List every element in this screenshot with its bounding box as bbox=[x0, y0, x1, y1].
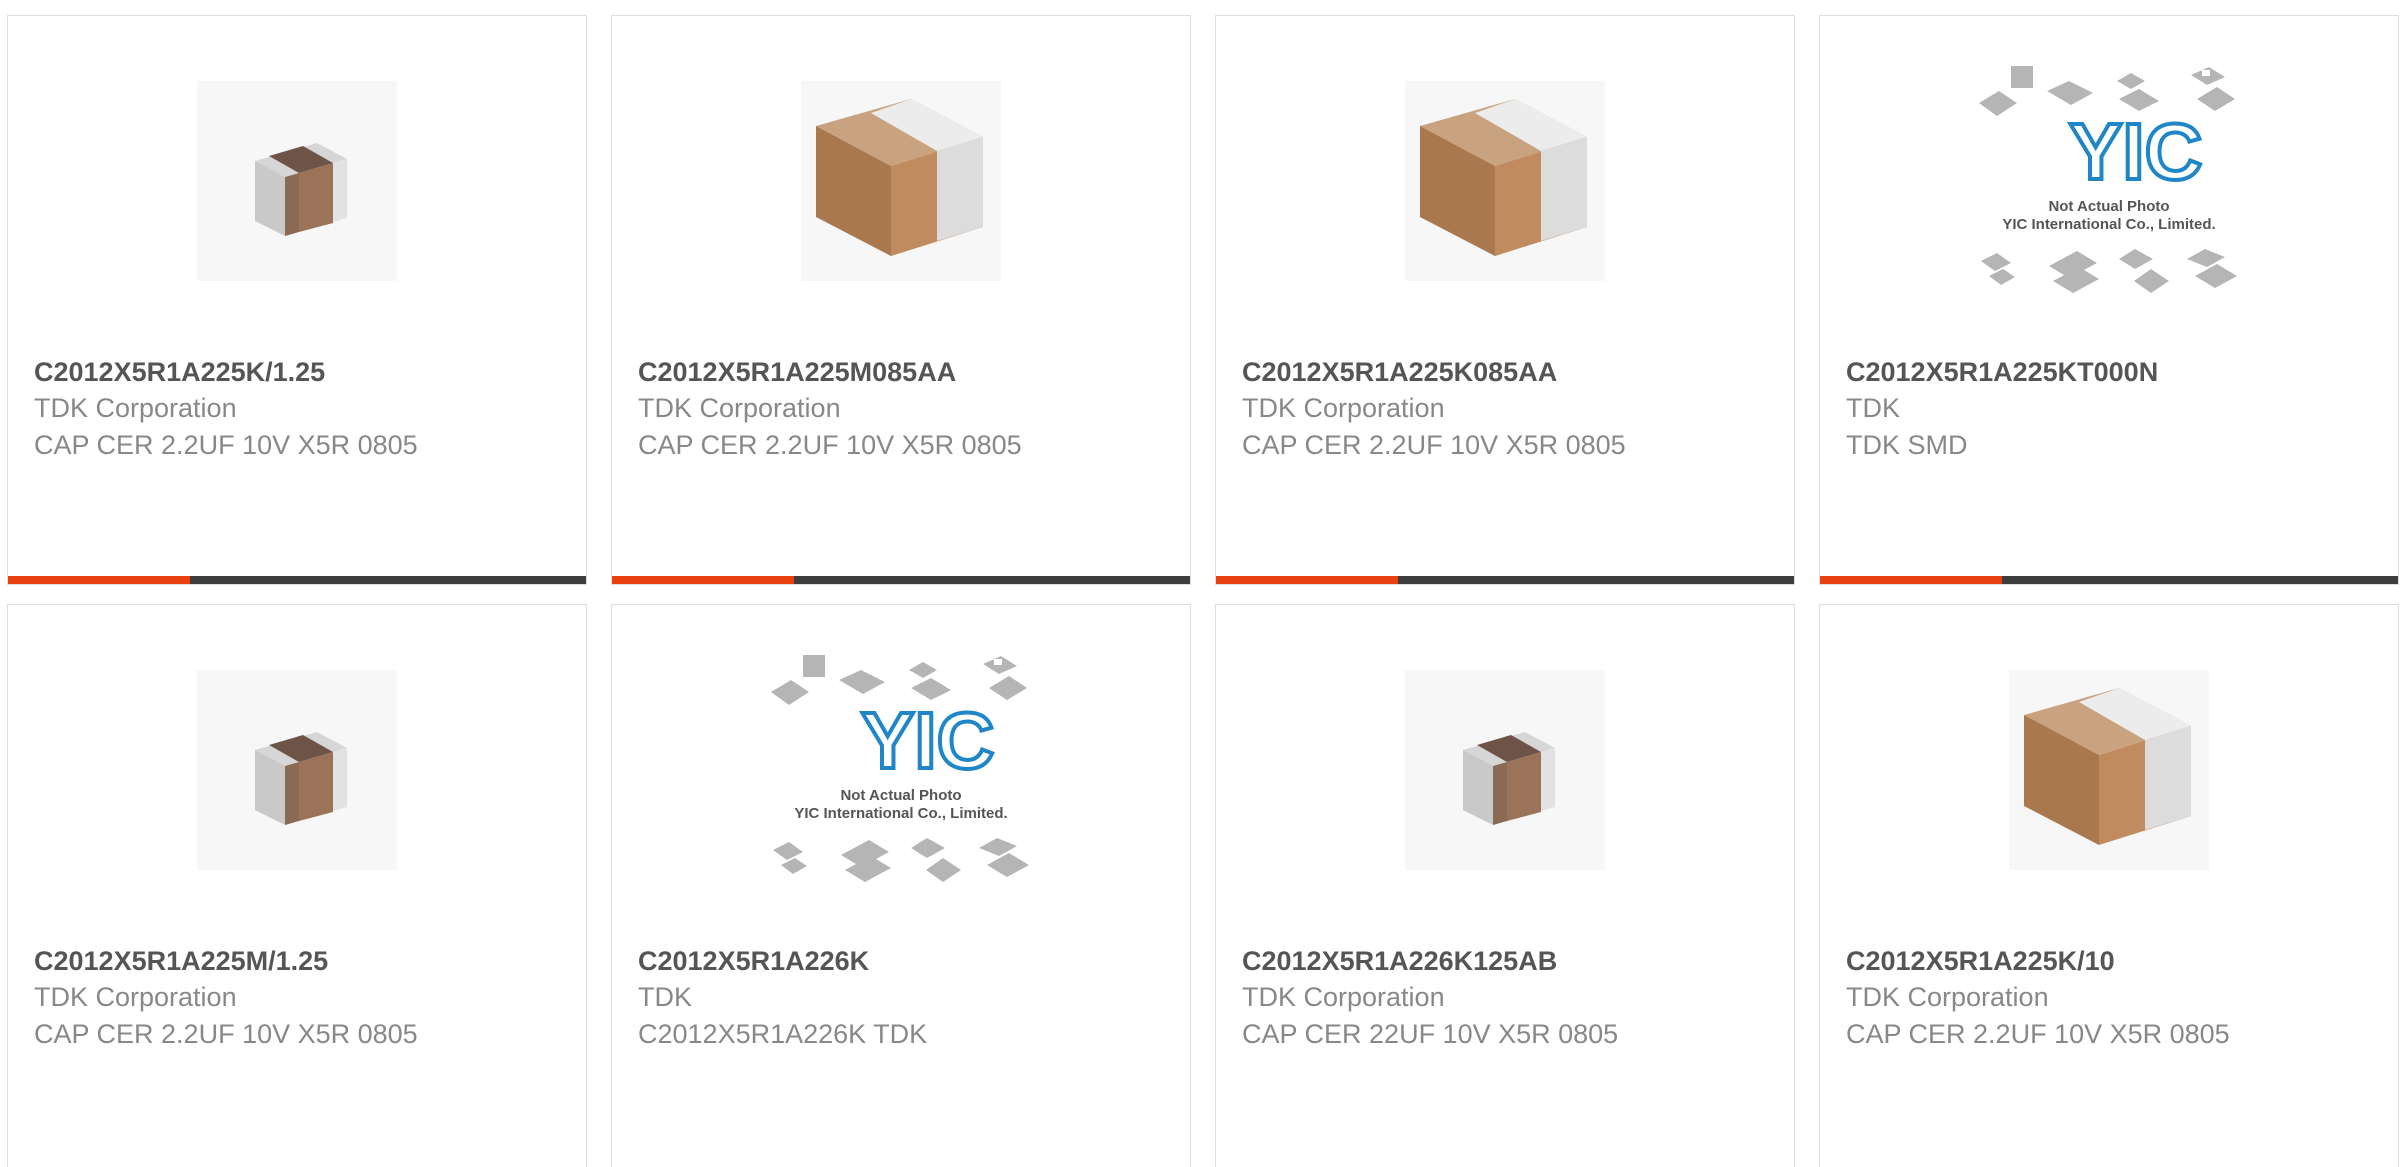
part-number[interactable]: C2012X5R1A226K bbox=[638, 943, 1170, 979]
part-number[interactable]: C2012X5R1A225M/1.25 bbox=[34, 943, 566, 979]
product-card[interactable]: YIC Not Actual Photo YIC International C… bbox=[1819, 15, 2399, 585]
description: TDK SMD bbox=[1846, 430, 1968, 460]
product-image[interactable] bbox=[8, 650, 586, 890]
placeholder-line1: Not Actual Photo bbox=[840, 787, 961, 804]
product-card[interactable]: C2012X5R1A225K/10 TDK Corporation CAP CE… bbox=[1819, 604, 2399, 1167]
not-actual-photo-placeholder: YIC Not Actual Photo YIC International C… bbox=[771, 655, 1029, 882]
manufacturer: TDK Corporation bbox=[1242, 982, 1445, 1012]
product-card[interactable]: C2012X5R1A225K/1.25 TDK Corporation CAP … bbox=[7, 15, 587, 585]
card-footer-accent bbox=[612, 576, 794, 584]
product-image[interactable] bbox=[8, 61, 586, 301]
product-card[interactable]: C2012X5R1A225M085AA TDK Corporation CAP … bbox=[611, 15, 1191, 585]
placeholder-line2: YIC International Co., Limited. bbox=[794, 805, 1007, 822]
product-card[interactable]: C2012X5R1A225K085AA TDK Corporation CAP … bbox=[1215, 15, 1795, 585]
part-number[interactable]: C2012X5R1A225K085AA bbox=[1242, 354, 1774, 390]
manufacturer: TDK Corporation bbox=[34, 393, 237, 423]
card-footer-bar bbox=[1820, 576, 2398, 584]
part-number[interactable]: C2012X5R1A226K125AB bbox=[1242, 943, 1774, 979]
part-number[interactable]: C2012X5R1A225M085AA bbox=[638, 354, 1170, 390]
capacitor-small-icon bbox=[197, 670, 397, 870]
description: CAP CER 2.2UF 10V X5R 0805 bbox=[638, 430, 1022, 460]
description: C2012X5R1A226K TDK bbox=[638, 1019, 928, 1049]
product-image[interactable] bbox=[1820, 650, 2398, 890]
placeholder-line2: YIC International Co., Limited. bbox=[2002, 216, 2215, 233]
description: CAP CER 2.2UF 10V X5R 0805 bbox=[34, 430, 418, 460]
capacitor-large-icon bbox=[801, 81, 1001, 281]
product-grid: C2012X5R1A225K/1.25 TDK Corporation CAP … bbox=[0, 0, 2400, 1167]
card-footer-accent bbox=[1820, 576, 2002, 584]
product-image[interactable] bbox=[612, 61, 1190, 301]
card-footer-bar bbox=[8, 576, 586, 584]
not-actual-photo-placeholder: YIC Not Actual Photo YIC International C… bbox=[1979, 66, 2237, 293]
manufacturer: TDK Corporation bbox=[1242, 393, 1445, 423]
description: CAP CER 2.2UF 10V X5R 0805 bbox=[34, 1019, 418, 1049]
product-card[interactable]: C2012X5R1A226K125AB TDK Corporation CAP … bbox=[1215, 604, 1795, 1167]
product-image[interactable] bbox=[1216, 61, 1794, 301]
manufacturer: TDK Corporation bbox=[638, 393, 841, 423]
placeholder-line1: Not Actual Photo bbox=[2048, 198, 2169, 215]
manufacturer: TDK Corporation bbox=[1846, 982, 2049, 1012]
part-number[interactable]: C2012X5R1A225K/1.25 bbox=[34, 354, 566, 390]
card-footer-bar bbox=[612, 576, 1190, 584]
product-card[interactable]: C2012X5R1A225M/1.25 TDK Corporation CAP … bbox=[7, 604, 587, 1167]
product-image[interactable]: YIC Not Actual Photo YIC International C… bbox=[612, 650, 1190, 890]
description: CAP CER 22UF 10V X5R 0805 bbox=[1242, 1019, 1619, 1049]
manufacturer: TDK Corporation bbox=[34, 982, 237, 1012]
description: CAP CER 2.2UF 10V X5R 0805 bbox=[1846, 1019, 2230, 1049]
capacitor-large-icon bbox=[1405, 81, 1605, 281]
part-number[interactable]: C2012X5R1A225K/10 bbox=[1846, 943, 2378, 979]
product-image[interactable]: YIC Not Actual Photo YIC International C… bbox=[1820, 61, 2398, 301]
card-footer-accent bbox=[8, 576, 190, 584]
yic-logo: YIC bbox=[861, 696, 994, 785]
capacitor-small-icon bbox=[1405, 670, 1605, 870]
description: CAP CER 2.2UF 10V X5R 0805 bbox=[1242, 430, 1626, 460]
part-number[interactable]: C2012X5R1A225KT000N bbox=[1846, 354, 2378, 390]
yic-logo: YIC bbox=[2069, 107, 2202, 196]
capacitor-large-icon bbox=[2009, 670, 2209, 870]
product-card[interactable]: YIC Not Actual Photo YIC International C… bbox=[611, 604, 1191, 1167]
manufacturer: TDK bbox=[638, 982, 692, 1012]
capacitor-small-icon bbox=[197, 81, 397, 281]
card-footer-accent bbox=[1216, 576, 1398, 584]
manufacturer: TDK bbox=[1846, 393, 1900, 423]
card-footer-bar bbox=[1216, 576, 1794, 584]
product-image[interactable] bbox=[1216, 650, 1794, 890]
